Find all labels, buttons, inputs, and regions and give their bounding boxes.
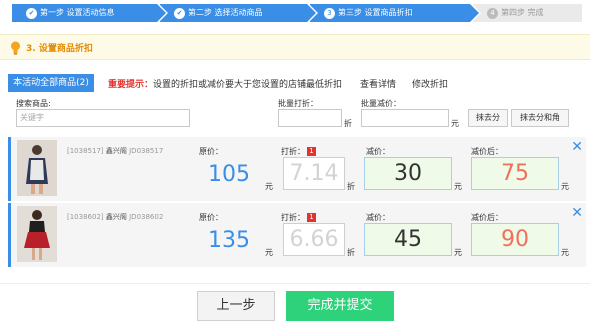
step-1: ✔ 第一步 设置活动信息 <box>12 4 168 22</box>
step-number: 4 <box>487 7 498 19</box>
batch-reduce-input[interactable] <box>361 109 449 127</box>
step-label: 第四步 完成 <box>501 8 544 17</box>
discount-unit: 折 <box>347 248 355 257</box>
reduce-unit: 元 <box>454 182 462 191</box>
product-id: [1038517] <box>67 147 104 155</box>
search-label: 搜索商品: <box>16 99 51 108</box>
discount-input[interactable]: 7.14 <box>283 157 345 190</box>
step-progress-bar: ✔ 第一步 设置活动信息 ✔ 第二步 选择活动商品 3 第三步 设置商品折扣 4 第四步… <box>12 4 582 22</box>
shop-name: 鑫兴阁 <box>105 213 127 221</box>
after-price-label: 减价后： <box>471 147 503 156</box>
step-3: 3 第三步 设置商品折扣 <box>310 4 481 22</box>
product-info: [1038517] 鑫兴阁 JD038517 <box>67 146 163 156</box>
step-check-icon: ✔ <box>26 7 37 19</box>
product-id: [1038602] <box>67 213 104 221</box>
step-number: 3 <box>324 7 335 19</box>
after-price-input[interactable]: 75 <box>471 157 559 190</box>
section-header: 3. 设置商品折扣 <box>0 34 590 60</box>
discount-label: 打折： 1 <box>281 212 316 223</box>
reduce-label: 减价： <box>366 213 390 222</box>
discount-badge: 1 <box>307 147 316 156</box>
step-check-icon: ✔ <box>174 7 185 19</box>
step-4: 4 第四步 完成 <box>473 4 582 22</box>
price-unit: 元 <box>265 248 273 257</box>
product-row: [1038517] 鑫兴阁 JD038517 原价： 105 元 打折： 1 7.… <box>8 137 586 201</box>
product-thumbnail[interactable] <box>17 206 57 262</box>
lightbulb-icon <box>11 41 20 55</box>
step-2: ✔ 第二步 选择活动商品 <box>160 4 318 22</box>
submit-button[interactable]: 完成并提交 <box>286 291 394 321</box>
product-code: JD038602 <box>129 213 164 221</box>
batch-discount-unit: 折 <box>344 119 352 128</box>
discount-label: 打折： 1 <box>281 146 316 157</box>
remove-product-close-icon[interactable]: ✕ <box>571 139 583 155</box>
step-label: 第三步 设置商品折扣 <box>338 8 413 17</box>
discount-badge: 1 <box>307 213 316 222</box>
original-price: 135 <box>208 228 250 253</box>
batch-reduce-label: 批量减价： <box>361 99 401 108</box>
batch-discount-input[interactable] <box>278 109 342 127</box>
search-input[interactable]: 关键字 <box>16 109 190 127</box>
discount-label-text: 打折： <box>281 147 305 156</box>
remove-product-close-icon[interactable]: ✕ <box>571 205 583 221</box>
tab-all-products[interactable]: 本活动全部商品(2) <box>8 74 94 92</box>
remove-fen-jiao-button[interactable]: 抹去分和角 <box>511 109 569 127</box>
batch-discount-label: 批量打折： <box>278 99 318 108</box>
after-price-label: 减价后： <box>471 213 503 222</box>
after-price-input[interactable]: 90 <box>471 223 559 256</box>
price-unit: 元 <box>265 182 273 191</box>
discount-label-text: 打折： <box>281 213 305 222</box>
price-label: 原价： <box>199 213 223 222</box>
original-price: 105 <box>208 162 250 187</box>
product-info: [1038602] 鑫兴阁 JD038602 <box>67 212 163 222</box>
product-code: JD038517 <box>129 147 164 155</box>
reduce-label: 减价： <box>366 147 390 156</box>
reduce-unit: 元 <box>454 248 462 257</box>
reduce-input[interactable]: 30 <box>364 157 452 190</box>
step-label: 第一步 设置活动信息 <box>40 8 115 17</box>
footer-divider <box>0 283 590 284</box>
notice-message: 设置的折扣或减价要大于您设置的店铺最低折扣 <box>153 80 343 90</box>
discount-unit: 折 <box>347 182 355 191</box>
product-thumbnail[interactable] <box>17 140 57 196</box>
product-row: [1038602] 鑫兴阁 JD038602 原价： 135 元 打折： 1 6.… <box>8 203 586 267</box>
modify-discount-link[interactable]: 修改折扣 <box>412 77 448 90</box>
notice-text: 重要提示：设置的折扣或减价要大于您设置的店铺最低折扣 <box>108 77 342 90</box>
price-label: 原价： <box>199 147 223 156</box>
shop-name: 鑫兴阁 <box>105 147 127 155</box>
reduce-input[interactable]: 45 <box>364 223 452 256</box>
remove-fen-button[interactable]: 抹去分 <box>468 109 508 127</box>
after-price-unit: 元 <box>561 182 569 191</box>
step-label: 第二步 选择活动商品 <box>188 8 263 17</box>
view-details-link[interactable]: 查看详情 <box>360 77 396 90</box>
discount-input[interactable]: 6.66 <box>283 223 345 256</box>
after-price-unit: 元 <box>561 248 569 257</box>
batch-reduce-unit: 元 <box>451 119 459 128</box>
filter-row: 搜索商品: 关键字 批量打折： 折 批量减价： 元 抹去分 抹去分和角 <box>8 96 588 132</box>
notice-label: 重要提示： <box>108 80 154 90</box>
section-title: 3. 设置商品折扣 <box>26 44 93 54</box>
previous-step-button[interactable]: 上一步 <box>197 291 275 321</box>
